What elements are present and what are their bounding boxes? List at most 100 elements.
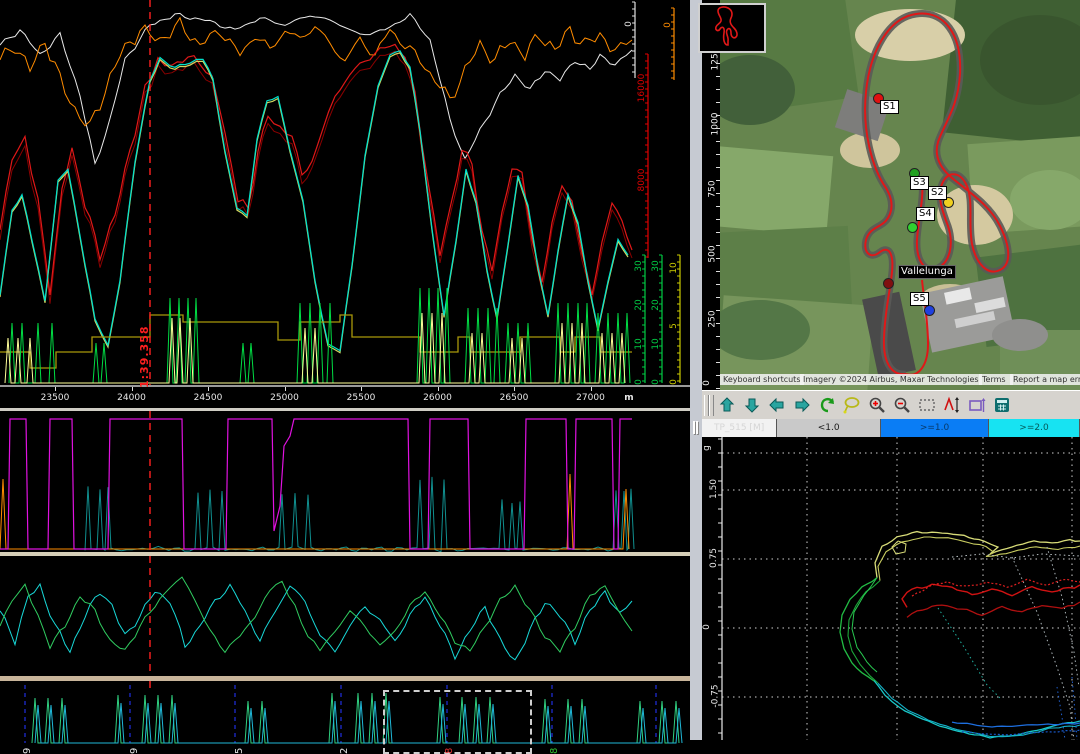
gg-axis-label: -0.75 (710, 684, 721, 708)
gg-teal-diag (937, 607, 1001, 699)
sector-marker-label[interactable]: S5 (910, 292, 929, 306)
map-scale-label: 250 (707, 310, 718, 328)
inset-track-outline (715, 6, 738, 46)
axis-green-1-label: 10 (634, 338, 644, 350)
sector-marker-label[interactable]: Vallelunga (898, 265, 956, 279)
axis-tick (514, 387, 515, 391)
lap-marker-label: 9 (129, 747, 140, 754)
sector-marker-dot[interactable] (907, 222, 918, 233)
map-scale-label: 500 (707, 245, 718, 263)
lasso-select-button[interactable] (841, 394, 864, 417)
axis-red-label: 16000 (637, 73, 647, 102)
speed-trace-white (0, 12, 633, 165)
speed-trace-cyan (0, 50, 629, 352)
axis-tick (55, 387, 56, 391)
legend-cell[interactable]: >=1.0 (881, 419, 989, 437)
axis-tick-label: 24500 (193, 393, 223, 403)
axis-green-2-label: 0 (651, 379, 661, 385)
calculator-icon (995, 398, 1009, 412)
sector-marker-label[interactable]: S2 (928, 186, 947, 200)
axis-tick (437, 387, 439, 391)
lateral-graph-panel[interactable] (0, 552, 690, 680)
pan-down-icon (744, 398, 760, 413)
axis-red-label: 8000 (637, 168, 647, 191)
lap-marker-label: 8 (549, 747, 560, 754)
lap-marker-label: 9 (22, 747, 33, 754)
pan-up-icon (719, 397, 735, 412)
signal-scale-button[interactable] (941, 394, 964, 417)
axis-tick (131, 387, 133, 391)
gg-speed-legend: TP_515 [M] <1.0 >=1.0 >=2.0 (702, 419, 1080, 437)
laptime-cursor-label: 1:39.358 (138, 325, 151, 388)
gg-gray-diag-1 (1011, 556, 1075, 740)
axis-tick-label: 23500 (40, 393, 70, 403)
undo-zoom-button[interactable] (816, 394, 839, 417)
axis-green-1-label: 30 (634, 260, 644, 272)
map-attribution-terms[interactable]: Terms (979, 374, 1013, 385)
right-pane: 1250 1000 750 500 250 0 S1 S3 S2 S4 Vall… (690, 0, 1080, 740)
distance-axis: 23500 24000 24500 25000 25500 26000 26500 27000… (0, 385, 690, 410)
map-attribution-shortcuts[interactable]: Keyboard shortcuts (720, 374, 804, 385)
lap-marker-label: 8 (444, 747, 455, 754)
gg-diagram[interactable]: g 1.50 0.75 0 -0.75 (702, 437, 1080, 740)
throttle-graph-panel[interactable] (0, 408, 690, 555)
sector-marker-label[interactable]: S1 (880, 100, 899, 114)
axis-green-2-label: 30 (651, 260, 661, 272)
pan-right-icon (795, 397, 810, 413)
axis-tick-label: 26000 (423, 393, 452, 403)
legend-cell[interactable]: TP_515 [M] (702, 419, 778, 437)
minimap-spikes-green (31, 692, 680, 744)
gg-red-1 (901, 583, 1080, 608)
sector-marker-dot[interactable] (883, 278, 894, 289)
toolbar-grip[interactable] (709, 395, 714, 416)
map-scale-axis: 1250 1000 750 500 250 0 (702, 0, 720, 390)
zoom-selection-rect[interactable] (383, 690, 532, 754)
pan-left-icon (769, 397, 784, 413)
axis-tick-label: 24000 (117, 393, 146, 403)
legend-grip[interactable] (690, 419, 702, 437)
axis-yellow-label: 5 (669, 323, 679, 329)
telemetry-workspace: 0 0 16000 8000 30 20 10 0 30 20 10 0 10 5 0 23500 24000… (0, 0, 1080, 754)
gg-gray-diag-2 (1046, 546, 1080, 688)
pan-left-button[interactable] (766, 394, 789, 417)
rpm-trace-red (0, 43, 633, 296)
axis-yellow-label: 10 (669, 262, 679, 274)
sector-marker-dot[interactable] (924, 305, 935, 316)
gg-green-1 (839, 577, 878, 682)
graph-stack: 0 0 16000 8000 30 20 10 0 30 20 10 0 10 5 0 23500 24000… (0, 0, 690, 754)
axis-green-1-label: 20 (634, 299, 644, 311)
zoom-window-button[interactable] (916, 394, 939, 417)
track-inset-map (698, 3, 766, 53)
legend-cell[interactable]: <1.0 (777, 419, 882, 437)
lap-overview-panel[interactable]: 9 9 5 2 8 8 (0, 676, 690, 754)
zoom-window-icon (919, 399, 935, 411)
signal-scale-icon (944, 396, 959, 413)
satellite-map[interactable]: S1 S3 S2 S4 Vallelunga S5 Keyboard shortcuts I… (720, 0, 1080, 390)
zoom-in-icon (869, 397, 885, 413)
pan-up-button[interactable] (716, 394, 739, 417)
measure-window-button[interactable] (966, 394, 989, 417)
map-attribution-report[interactable]: Report a map error (1010, 374, 1080, 385)
measure-window-icon (969, 398, 986, 412)
axis-tick-label: 27000 (576, 393, 605, 403)
axis-green-1-label: 0 (634, 379, 644, 385)
gg-yellow-1 (874, 530, 1080, 578)
axis-tick-label: 25000 (270, 393, 299, 403)
axis-orange-label: 0 (663, 22, 673, 28)
gg-axis-label: 0.75 (709, 547, 720, 569)
pan-down-button[interactable] (741, 394, 764, 417)
zoom-out-button[interactable] (891, 394, 914, 417)
legend-cell[interactable]: >=2.0 (988, 419, 1080, 437)
sector-marker-label[interactable]: S3 (910, 176, 929, 190)
axis-green-2-label: 10 (651, 338, 661, 350)
sector-marker-label[interactable]: S4 (916, 207, 935, 221)
pan-right-button[interactable] (791, 394, 814, 417)
undo-zoom-icon (820, 397, 834, 413)
gg-blue-1 (951, 721, 1080, 728)
calculator-button[interactable] (991, 394, 1014, 417)
lap-marker-label: 2 (339, 747, 350, 754)
speed-trace-yellowgreen (0, 52, 629, 354)
zoom-in-button[interactable] (866, 394, 889, 417)
throttle-trace-magenta (0, 418, 632, 550)
main-graph-panel[interactable]: 0 0 16000 8000 30 20 10 0 30 20 10 0 10 5 0 (0, 0, 690, 385)
